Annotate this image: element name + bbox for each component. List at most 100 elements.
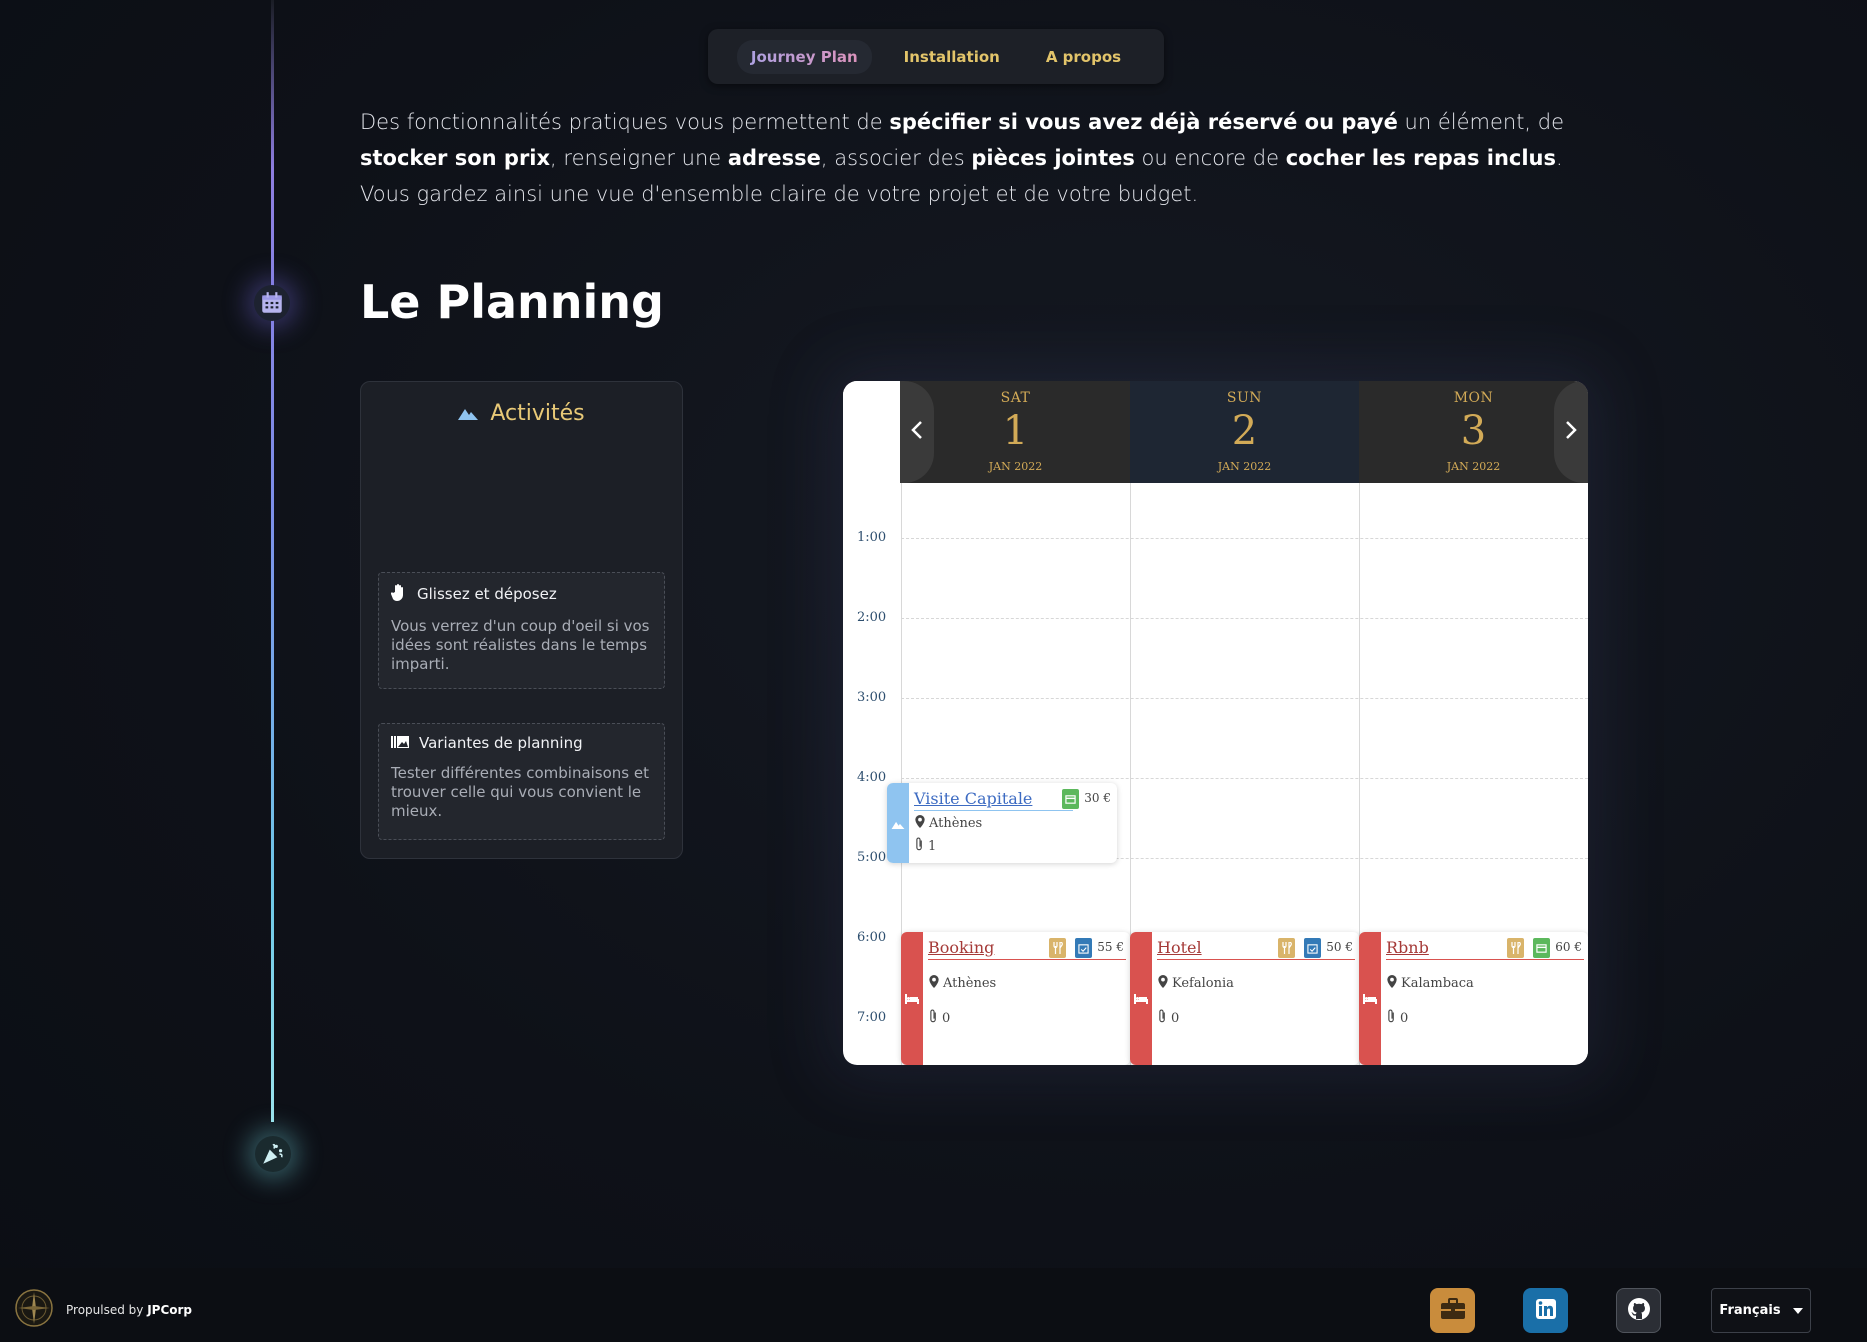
event-location-label: Kalambaca bbox=[1401, 976, 1474, 991]
hint-card-body: Tester différentes combinaisons et trouv… bbox=[391, 764, 650, 820]
linkedin-icon bbox=[1535, 1298, 1556, 1323]
hint-card-heading: Glissez et déposez bbox=[417, 585, 557, 603]
event-price: 30 € bbox=[1084, 791, 1111, 805]
section-title: Le Planning bbox=[360, 275, 664, 329]
attachment-count: 1 bbox=[928, 838, 937, 854]
planning-calendar: SAT 1 JAN 2022 SUN 2 JAN 2022 MON 3 JAN … bbox=[843, 381, 1588, 1065]
previous-day-button[interactable] bbox=[900, 381, 934, 483]
calendar-icon bbox=[254, 285, 290, 321]
day-header-sun: SUN 2 JAN 2022 bbox=[1130, 381, 1359, 483]
map-pin-icon bbox=[1158, 975, 1168, 992]
booked-badge-icon bbox=[1075, 938, 1092, 958]
meal-badge-icon bbox=[1507, 938, 1524, 958]
hour-line bbox=[901, 698, 1588, 699]
event-price: 55 € bbox=[1097, 940, 1124, 954]
event-title: Booking bbox=[928, 938, 995, 957]
event-title: Hotel bbox=[1157, 938, 1202, 957]
map-pin-icon bbox=[915, 815, 925, 832]
chevron-left-icon bbox=[911, 418, 923, 446]
event-title: Rbnb bbox=[1386, 938, 1429, 957]
nav-journey-plan-wrap: Journey Plan bbox=[736, 39, 872, 74]
compass-logo-icon bbox=[14, 1288, 54, 1331]
footer: Propulsed by JPCorp Français bbox=[0, 1268, 1867, 1342]
booked-badge-icon bbox=[1304, 938, 1321, 958]
timeline-line bbox=[271, 0, 274, 1122]
hour-label: 6:00 bbox=[857, 930, 887, 945]
lodging-strip bbox=[901, 932, 923, 1065]
briefcase-icon bbox=[1440, 1297, 1466, 1324]
nav-journey-plan[interactable]: Journey Plan bbox=[737, 40, 872, 74]
event-attachments: 0 bbox=[929, 1009, 950, 1027]
day-month: JAN 2022 bbox=[1446, 460, 1501, 473]
event-price: 50 € bbox=[1326, 940, 1353, 954]
attachment-count: 0 bbox=[1400, 1010, 1409, 1026]
event-price: 60 € bbox=[1555, 940, 1582, 954]
hint-card-heading: Variantes de planning bbox=[419, 734, 583, 752]
lodging-strip bbox=[1130, 932, 1152, 1065]
event-location-label: Kefalonia bbox=[1172, 976, 1234, 991]
map-pin-icon bbox=[929, 975, 939, 992]
event-title: Visite Capitale bbox=[914, 789, 1033, 808]
linkedin-button[interactable] bbox=[1523, 1288, 1568, 1333]
gallery-icon bbox=[391, 734, 409, 752]
mountain-icon bbox=[891, 814, 905, 833]
paperclip-icon bbox=[915, 837, 924, 855]
nav-a-propos[interactable]: A propos bbox=[1032, 40, 1135, 74]
attachment-count: 0 bbox=[942, 1010, 951, 1026]
event-title-underline bbox=[1157, 959, 1355, 960]
attachment-count: 0 bbox=[1171, 1010, 1180, 1026]
paperclip-icon bbox=[929, 1009, 938, 1027]
calendar-corner bbox=[843, 381, 901, 483]
propulsed-text: Propulsed by JPCorp bbox=[66, 1302, 193, 1317]
paid-badge-icon bbox=[1062, 789, 1079, 809]
event-attachments: 0 bbox=[1158, 1009, 1179, 1027]
event-attachments: 1 bbox=[915, 837, 936, 855]
hint-card-drag-drop: Glissez et déposez Vous verrez d'un coup… bbox=[378, 572, 665, 689]
day-name: SAT bbox=[1000, 390, 1031, 406]
bed-icon bbox=[905, 989, 919, 1008]
day-number: 1 bbox=[1002, 408, 1029, 454]
event-title-underline bbox=[928, 959, 1126, 960]
hour-label: 7:00 bbox=[857, 1010, 887, 1025]
event-location-label: Athènes bbox=[929, 816, 983, 831]
event-location: Athènes bbox=[915, 815, 982, 832]
day-header-sat: SAT 1 JAN 2022 bbox=[901, 381, 1130, 483]
hint-card-variants: Variantes de planning Tester différentes… bbox=[378, 723, 665, 840]
event-hotel[interactable]: Hotel 50 € Kefalonia 0 bbox=[1130, 932, 1359, 1065]
bed-icon bbox=[1134, 989, 1148, 1008]
paperclip-icon bbox=[1158, 1009, 1167, 1027]
mountain-icon bbox=[458, 401, 479, 426]
activities-title-label: Activités bbox=[490, 401, 585, 426]
map-pin-icon bbox=[1387, 975, 1397, 992]
event-attachments: 0 bbox=[1387, 1009, 1408, 1027]
hour-label: 5:00 bbox=[857, 850, 887, 865]
day-name: SUN bbox=[1226, 390, 1263, 406]
calendar-header: SAT 1 JAN 2022 SUN 2 JAN 2022 MON 3 JAN … bbox=[843, 381, 1588, 483]
github-icon bbox=[1627, 1297, 1651, 1325]
activity-strip bbox=[887, 783, 909, 863]
paperclip-icon bbox=[1387, 1009, 1396, 1027]
lodging-strip bbox=[1359, 932, 1381, 1065]
hint-card-body: Vous verrez d'un coup d'oeil si vos idée… bbox=[391, 617, 650, 673]
activities-panel: Activités Glissez et déposez Vous verrez… bbox=[360, 381, 683, 859]
hour-label: 2:00 bbox=[857, 610, 887, 625]
activities-title: Activités bbox=[361, 401, 682, 426]
party-popper-icon bbox=[255, 1136, 291, 1172]
event-visite-capitale[interactable]: Visite Capitale 30 € Athènes 1 bbox=[887, 783, 1117, 863]
hour-label: 3:00 bbox=[857, 690, 887, 705]
portfolio-button[interactable] bbox=[1430, 1288, 1475, 1333]
next-day-button[interactable] bbox=[1554, 381, 1588, 483]
meal-badge-icon bbox=[1278, 938, 1295, 958]
github-button[interactable] bbox=[1616, 1288, 1661, 1333]
event-booking[interactable]: Booking 55 € Athènes 0 bbox=[901, 932, 1130, 1065]
language-select[interactable]: Français bbox=[1711, 1288, 1811, 1333]
event-rbnb[interactable]: Rbnb 60 € Kalambaca 0 bbox=[1359, 932, 1588, 1065]
event-location-label: Athènes bbox=[943, 976, 997, 991]
event-location: Athènes bbox=[929, 975, 996, 992]
event-title-underline bbox=[914, 810, 1073, 811]
event-location: Kefalonia bbox=[1158, 975, 1234, 992]
caret-down-icon bbox=[1792, 1303, 1803, 1318]
language-select-value: Français bbox=[1719, 1303, 1781, 1318]
nav-installation[interactable]: Installation bbox=[890, 40, 1014, 74]
calendar-body: 1:00 2:00 3:00 4:00 5:00 6:00 7:00 Visit… bbox=[843, 483, 1588, 1065]
